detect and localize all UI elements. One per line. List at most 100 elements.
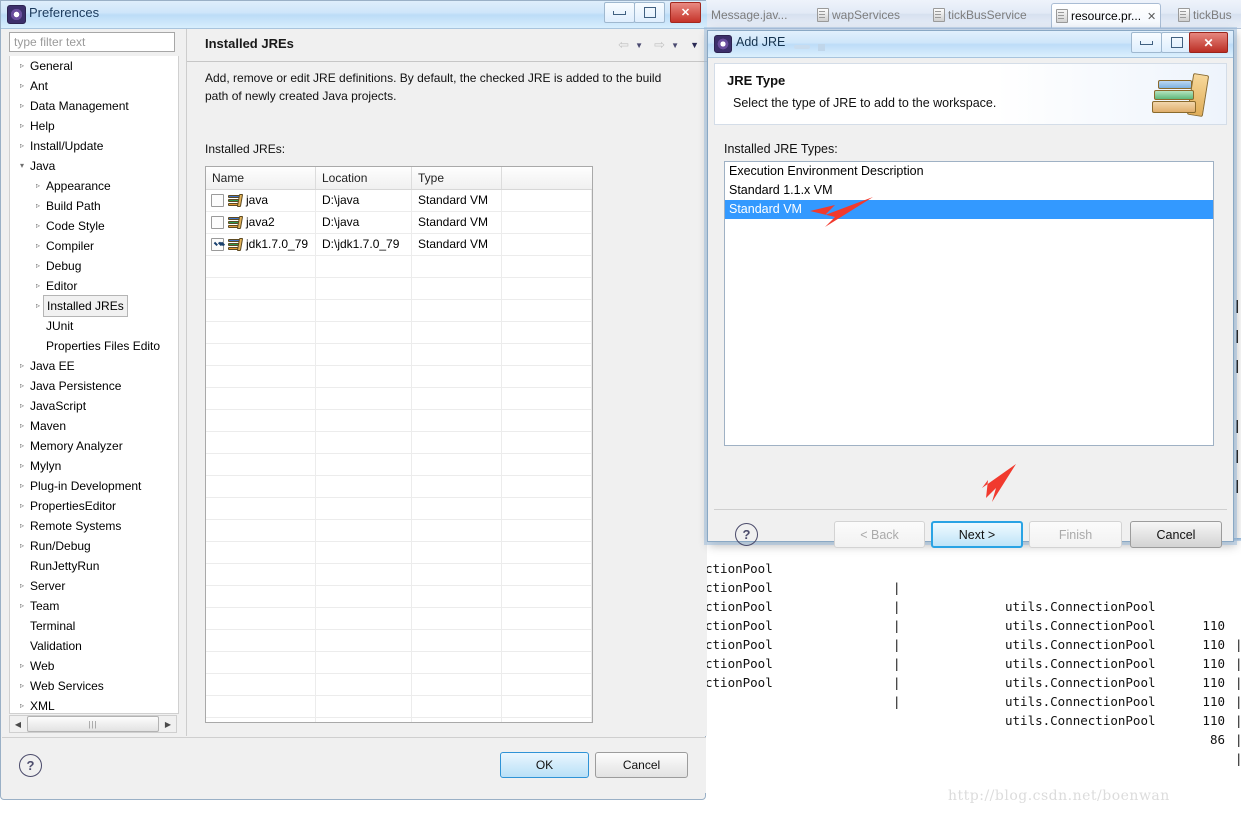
sidebar-item-web[interactable]: ▹ Web (10, 656, 178, 676)
preferences-title-bar[interactable]: Preferences ✕ (1, 1, 707, 29)
sidebar-item-maven[interactable]: ▹ Maven (10, 416, 178, 436)
close-icon[interactable]: ✕ (1189, 32, 1228, 53)
expander-arrow-icon[interactable]: ▹ (16, 676, 28, 696)
expander-arrow-icon[interactable]: ▹ (16, 96, 28, 116)
editor-tab-tickbus[interactable]: tickBus (1178, 4, 1232, 26)
expander-arrow-icon[interactable]: ▹ (16, 576, 28, 596)
scroll-left-icon[interactable]: ◀ (10, 720, 26, 729)
ok-button[interactable]: OK (500, 752, 589, 778)
view-menu-chevron-down-icon[interactable]: ▼ (690, 40, 699, 50)
sidebar-item-code-style[interactable]: ▹ Code Style (10, 216, 178, 236)
sidebar-item-general[interactable]: ▹ General (10, 56, 178, 76)
jre-checkbox[interactable] (211, 216, 224, 229)
expander-arrow-icon[interactable]: ▹ (16, 56, 28, 76)
expander-arrow-icon[interactable]: ▹ (16, 596, 28, 616)
expander-arrow-icon[interactable]: ▹ (32, 276, 44, 296)
expander-arrow-icon[interactable]: ▹ (16, 396, 28, 416)
sidebar-item-appearance[interactable]: ▹ Appearance (10, 176, 178, 196)
maximize-icon[interactable] (1161, 32, 1192, 53)
expander-arrow-icon[interactable]: ▹ (16, 356, 28, 376)
sidebar-item-junit[interactable]: JUnit (10, 316, 178, 336)
forward-history-chevron-down-icon[interactable]: ▼ (671, 41, 679, 50)
sidebar-item-terminal[interactable]: Terminal (10, 616, 178, 636)
sidebar-item-team[interactable]: ▹ Team (10, 596, 178, 616)
sidebar-item-run-debug[interactable]: ▹ Run/Debug (10, 536, 178, 556)
sidebar-item-help[interactable]: ▹ Help (10, 116, 178, 136)
column-header-extra[interactable] (502, 167, 592, 189)
sidebar-item-java[interactable]: ▾ Java (10, 156, 178, 176)
sidebar-item-xml[interactable]: ▹ XML (10, 696, 178, 713)
scrollbar-thumb[interactable]: ||| (27, 716, 159, 732)
sidebar-item-java-ee[interactable]: ▹ Java EE (10, 356, 178, 376)
expander-arrow-icon[interactable]: ▾ (16, 156, 28, 176)
expander-arrow-icon[interactable]: ▹ (16, 116, 28, 136)
sidebar-item-installed-jres[interactable]: ▹ Installed JREs (10, 295, 178, 317)
expander-arrow-icon[interactable]: ▹ (32, 256, 44, 276)
table-row[interactable]: jdk1.7.0_79 D:\jdk1.7.0_79 Standard VM (206, 234, 592, 256)
editor-tab-message-java[interactable]: Message.jav... (711, 4, 787, 26)
help-icon[interactable]: ? (735, 523, 758, 546)
sidebar-item-propertieseditor[interactable]: ▹ PropertiesEditor (10, 496, 178, 516)
cancel-button[interactable]: Cancel (595, 752, 688, 778)
expander-arrow-icon[interactable]: ▹ (16, 536, 28, 556)
minimize-icon[interactable] (1131, 32, 1162, 53)
expander-arrow-icon[interactable]: ▹ (32, 236, 44, 256)
add-jre-title-bar[interactable]: Add JRE ✕ (708, 31, 1233, 58)
close-icon[interactable]: ✕ (670, 2, 701, 23)
cancel-button[interactable]: Cancel (1130, 521, 1222, 548)
sidebar-item-remote-systems[interactable]: ▹ Remote Systems (10, 516, 178, 536)
sidebar-item-javascript[interactable]: ▹ JavaScript (10, 396, 178, 416)
jre-checkbox[interactable] (211, 194, 224, 207)
expander-arrow-icon[interactable]: ▹ (16, 136, 28, 156)
scroll-right-icon[interactable]: ▶ (160, 720, 176, 729)
sidebar-item-ant[interactable]: ▹ Ant (10, 76, 178, 96)
expander-arrow-icon[interactable]: ▹ (16, 476, 28, 496)
expander-arrow-icon[interactable]: ▹ (16, 516, 28, 536)
sidebar-item-data-management[interactable]: ▹ Data Management (10, 96, 178, 116)
installed-jre-types-list[interactable]: Execution Environment Description Standar… (724, 161, 1214, 446)
expander-arrow-icon[interactable]: ▹ (16, 436, 28, 456)
sidebar-item-memory-analyzer[interactable]: ▹ Memory Analyzer (10, 436, 178, 456)
jre-type-option-standard-1-1-x-vm[interactable]: Standard 1.1.x VM (725, 181, 1213, 200)
expander-arrow-icon[interactable]: ▹ (16, 416, 28, 436)
installed-jres-table[interactable]: Name Location Type java D:\java Standard V… (205, 166, 593, 723)
jre-checkbox[interactable] (211, 238, 224, 251)
expander-arrow-icon[interactable]: ▹ (32, 216, 44, 236)
search-input[interactable]: type filter text (9, 32, 175, 52)
sidebar-item-web-services[interactable]: ▹ Web Services (10, 676, 178, 696)
sidebar-item-compiler[interactable]: ▹ Compiler (10, 236, 178, 256)
sidebar-item-mylyn[interactable]: ▹ Mylyn (10, 456, 178, 476)
expander-arrow-icon[interactable]: ▹ (16, 656, 28, 676)
back-history-chevron-down-icon[interactable]: ▼ (635, 41, 643, 50)
sidebar-item-build-path[interactable]: ▹ Build Path (10, 196, 178, 216)
editor-tab-wapservices[interactable]: wapServices (817, 4, 900, 26)
maximize-icon[interactable] (634, 2, 665, 23)
jre-type-option-execution-environment-description[interactable]: Execution Environment Description (725, 162, 1213, 181)
expander-arrow-icon[interactable]: ▹ (16, 696, 28, 713)
editor-tab-tickbusservice[interactable]: tickBusService (933, 4, 1027, 26)
console-output[interactable]: ctionPool | utils.ConnectionPool 110 | c… (705, 540, 1241, 766)
sidebar-item-java-persistence[interactable]: ▹ Java Persistence (10, 376, 178, 396)
table-row[interactable]: java D:\java Standard VM (206, 190, 592, 212)
sidebar-item-server[interactable]: ▹ Server (10, 576, 178, 596)
preferences-category-tree[interactable]: ▹ General ▹ Ant ▹ Data Management ▹ Help ▹ Instal… (9, 56, 179, 714)
tree-horizontal-scrollbar[interactable]: ◀ ||| ▶ (9, 715, 177, 733)
forward-arrow-icon[interactable]: ⇨ (654, 37, 665, 53)
back-arrow-icon[interactable]: ⇦ (618, 37, 629, 53)
jre-type-option-standard-vm[interactable]: Standard VM (725, 200, 1213, 219)
column-header-name[interactable]: Name (206, 167, 316, 189)
sidebar-item-install-update[interactable]: ▹ Install/Update (10, 136, 178, 156)
sidebar-item-editor[interactable]: ▹ Editor (10, 276, 178, 296)
editor-tab-resource-properties[interactable]: resource.pr... ✕ (1051, 3, 1162, 28)
sidebar-item-runjettyrun[interactable]: RunJettyRun (10, 556, 178, 576)
column-header-type[interactable]: Type (412, 167, 502, 189)
sidebar-item-debug[interactable]: ▹ Debug (10, 256, 178, 276)
expander-arrow-icon[interactable]: ▹ (32, 196, 44, 216)
sidebar-item-properties-files-edito[interactable]: Properties Files Edito (10, 336, 178, 356)
expander-arrow-icon[interactable]: ▹ (16, 76, 28, 96)
help-icon[interactable]: ? (19, 754, 42, 777)
sidebar-item-validation[interactable]: Validation (10, 636, 178, 656)
column-header-location[interactable]: Location (316, 167, 412, 189)
table-row[interactable]: java2 D:\java Standard VM (206, 212, 592, 234)
next-button[interactable]: Next > (931, 521, 1023, 548)
